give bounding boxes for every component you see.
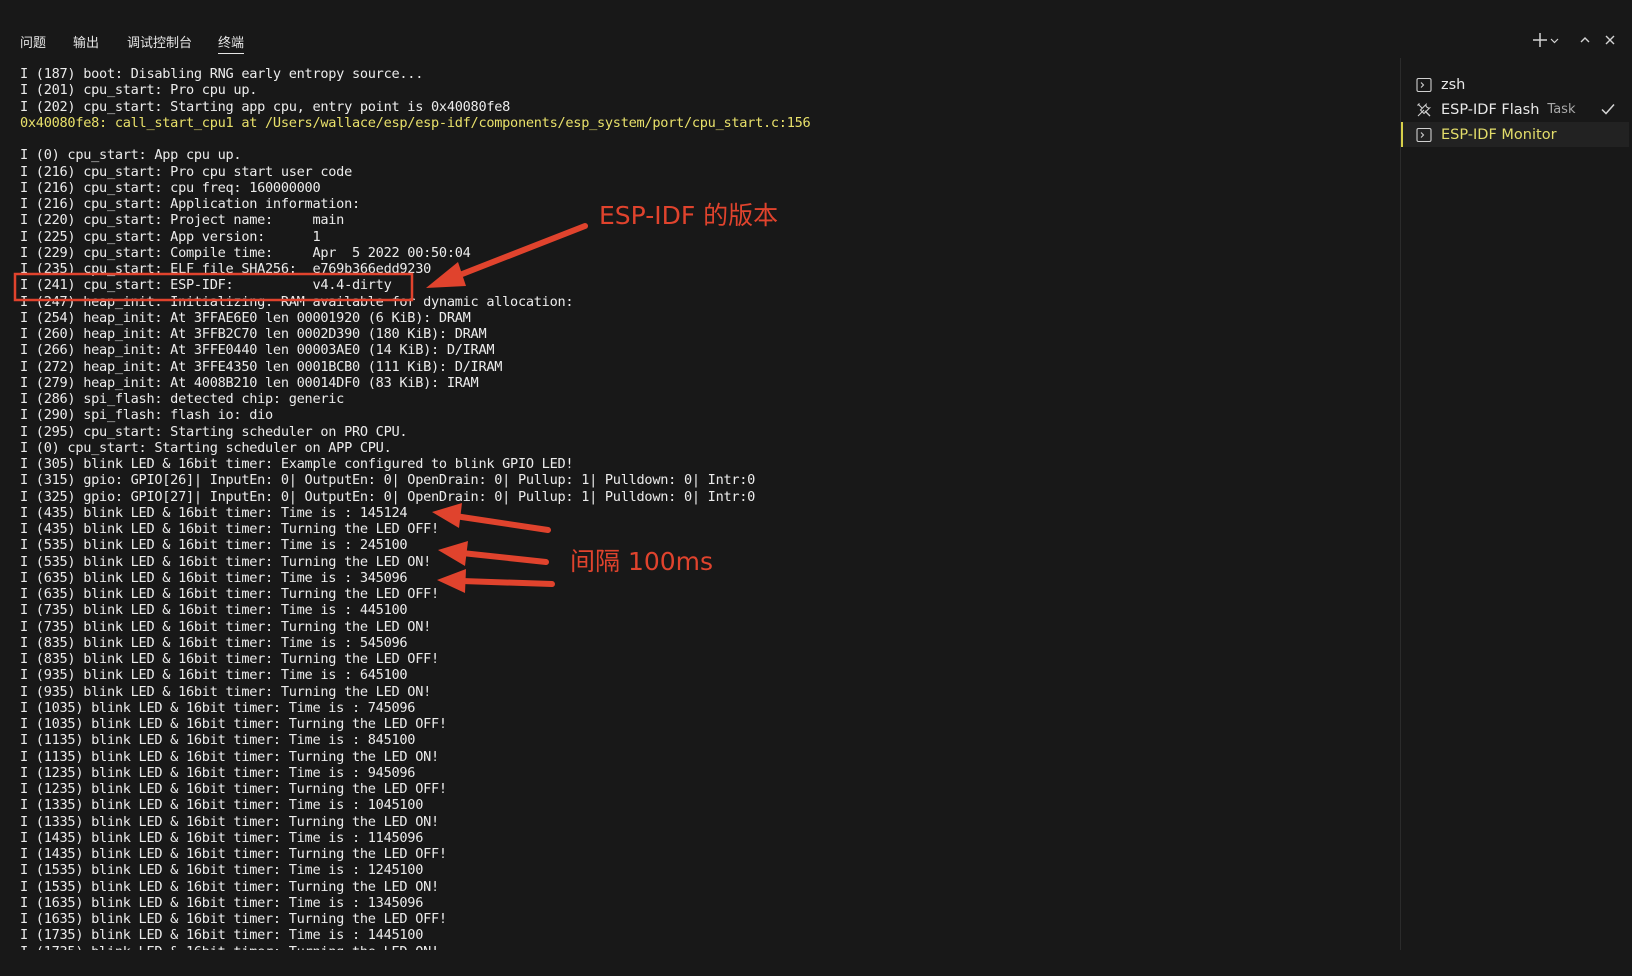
terminal-line: 0x40080fe8: call_start_cpu1 at /Users/wa…: [20, 114, 811, 131]
interval-annotation: 间隔 100ms: [570, 547, 714, 576]
terminal-line: I (216) cpu_start: Pro cpu start user co…: [20, 163, 352, 180]
terminal-icon: [1415, 126, 1433, 144]
terminal-line: I (187) boot: Disabling RNG early entrop…: [20, 66, 424, 82]
terminal-line: I (935) blink LED & 16bit timer: Turning…: [20, 683, 432, 700]
terminal-line: I (325) gpio: GPIO[27]| InputEn: 0| Outp…: [20, 488, 756, 505]
terminal-line: I (241) cpu_start: ESP-IDF: v4.4-dirty: [20, 277, 392, 294]
terminal-icon: [1415, 76, 1433, 94]
bottom-strip: [0, 950, 1632, 976]
terminal-line: I (295) cpu_start: Starting scheduler on…: [20, 423, 408, 440]
terminal-line: I (305) blink LED & 16bit timer: Example…: [20, 456, 574, 472]
terminal-item-label: zsh: [1441, 76, 1466, 93]
tab-problems[interactable]: 问题: [20, 32, 46, 51]
terminal-line: I (1735) blink LED & 16bit timer: Time i…: [20, 927, 424, 944]
terminal-line: I (835) blink LED & 16bit timer: Turning…: [20, 651, 439, 667]
terminal-line: I (1535) blink LED & 16bit timer: Time i…: [20, 862, 424, 879]
terminal-line: I (279) heap_init: At 4008B210 len 00014…: [20, 374, 479, 391]
terminal-line: I (635) blink LED & 16bit timer: Turning…: [20, 586, 439, 602]
terminal-line: I (1235) blink LED & 16bit timer: Time i…: [20, 764, 416, 781]
terminal-line: I (1435) blink LED & 16bit timer: Turnin…: [20, 846, 447, 862]
terminal-line: I (254) heap_init: At 3FFAE6E0 len 00001…: [20, 309, 471, 326]
terminal-line: I (1335) blink LED & 16bit timer: Turnin…: [20, 813, 439, 830]
terminal-line: I (0) cpu_start: Starting scheduler on A…: [20, 439, 392, 456]
terminal-line: I (216) cpu_start: cpu freq: 160000000: [20, 179, 321, 196]
terminal-item-esp-idf-monitor[interactable]: ESP-IDF Monitor: [1401, 122, 1629, 147]
check-icon: [1599, 100, 1617, 122]
terminal-item-label: ESP-IDF Flash: [1441, 101, 1540, 118]
tab-debug-console[interactable]: 调试控制台: [127, 32, 192, 51]
terminal-item-esp-idf-flash[interactable]: ESP-IDF Flash Task: [1401, 97, 1629, 122]
terminal-item-zsh[interactable]: zsh: [1401, 72, 1629, 97]
terminal-line: I (835) blink LED & 16bit timer: Time is…: [20, 634, 408, 651]
terminal-line: I (1635) blink LED & 16bit timer: Turnin…: [20, 911, 447, 927]
terminal-line: I (735) blink LED & 16bit timer: Time is…: [20, 602, 408, 619]
terminal-line: I (260) heap_init: At 3FFB2C70 len 0002D…: [20, 326, 487, 342]
terminal-line: I (1035) blink LED & 16bit timer: Turnin…: [20, 716, 447, 732]
task-tag: Task: [1547, 102, 1576, 117]
panel-tab-bar: 问题 输出 调试控制台 终端: [0, 0, 1632, 60]
terminal-line: I (266) heap_init: At 3FFE0440 len 00003…: [20, 342, 495, 359]
terminal-line: I (1035) blink LED & 16bit timer: Time i…: [20, 699, 416, 716]
terminal-line: I (235) cpu_start: ELF file SHA256: e769…: [20, 261, 432, 277]
terminal-line: I (315) gpio: GPIO[26]| InputEn: 0| Outp…: [20, 472, 756, 489]
terminal-line: I (1635) blink LED & 16bit timer: Time i…: [20, 894, 424, 911]
tools-icon: [1415, 101, 1433, 119]
terminal-line: I (201) cpu_start: Pro cpu up.: [20, 82, 258, 99]
terminal-item-label: ESP-IDF Monitor: [1441, 126, 1557, 143]
terminal-line: I (1535) blink LED & 16bit timer: Turnin…: [20, 878, 439, 895]
terminal-line: I (1135) blink LED & 16bit timer: Turnin…: [20, 748, 439, 765]
terminal-tabs-list: zsh ESP-IDF Flash Task ESP-IDF Monitor: [1400, 58, 1632, 950]
terminal-line: I (435) blink LED & 16bit timer: Turning…: [20, 521, 439, 537]
panel-actions: [1530, 28, 1630, 52]
close-icon[interactable]: [1600, 28, 1620, 52]
terminal-line: I (229) cpu_start: Compile time: Apr 5 2…: [20, 244, 471, 261]
chevron-down-icon[interactable]: [1547, 28, 1561, 52]
tab-output[interactable]: 输出: [73, 32, 99, 51]
terminal-line: I (435) blink LED & 16bit timer: Time is…: [20, 504, 408, 521]
version-annotation: ESP-IDF 的版本: [599, 201, 779, 230]
chevron-up-icon[interactable]: [1575, 28, 1595, 52]
terminal-line: I (290) spi_flash: flash io: dio: [20, 407, 273, 424]
terminal-line: I (1435) blink LED & 16bit timer: Time i…: [20, 829, 424, 846]
terminal-line: I (935) blink LED & 16bit timer: Time is…: [20, 667, 408, 684]
terminal-line: I (1135) blink LED & 16bit timer: Time i…: [20, 732, 416, 749]
terminal-line: I (1235) blink LED & 16bit timer: Turnin…: [20, 781, 447, 797]
tab-terminal[interactable]: 终端: [218, 32, 245, 54]
terminal-line: I (0) cpu_start: App cpu up.: [20, 147, 242, 164]
terminal-line: I (735) blink LED & 16bit timer: Turning…: [20, 618, 432, 635]
terminal-line: I (1335) blink LED & 16bit timer: Time i…: [20, 797, 424, 814]
terminal-line: I (202) cpu_start: Starting app cpu, ent…: [20, 98, 511, 115]
terminal-line: I (247) heap_init: Initializing. RAM ava…: [20, 293, 574, 310]
terminal-line: I (286) spi_flash: detected chip: generi…: [20, 391, 345, 407]
terminal-line: I (272) heap_init: At 3FFE4350 len 0001B…: [20, 358, 503, 375]
